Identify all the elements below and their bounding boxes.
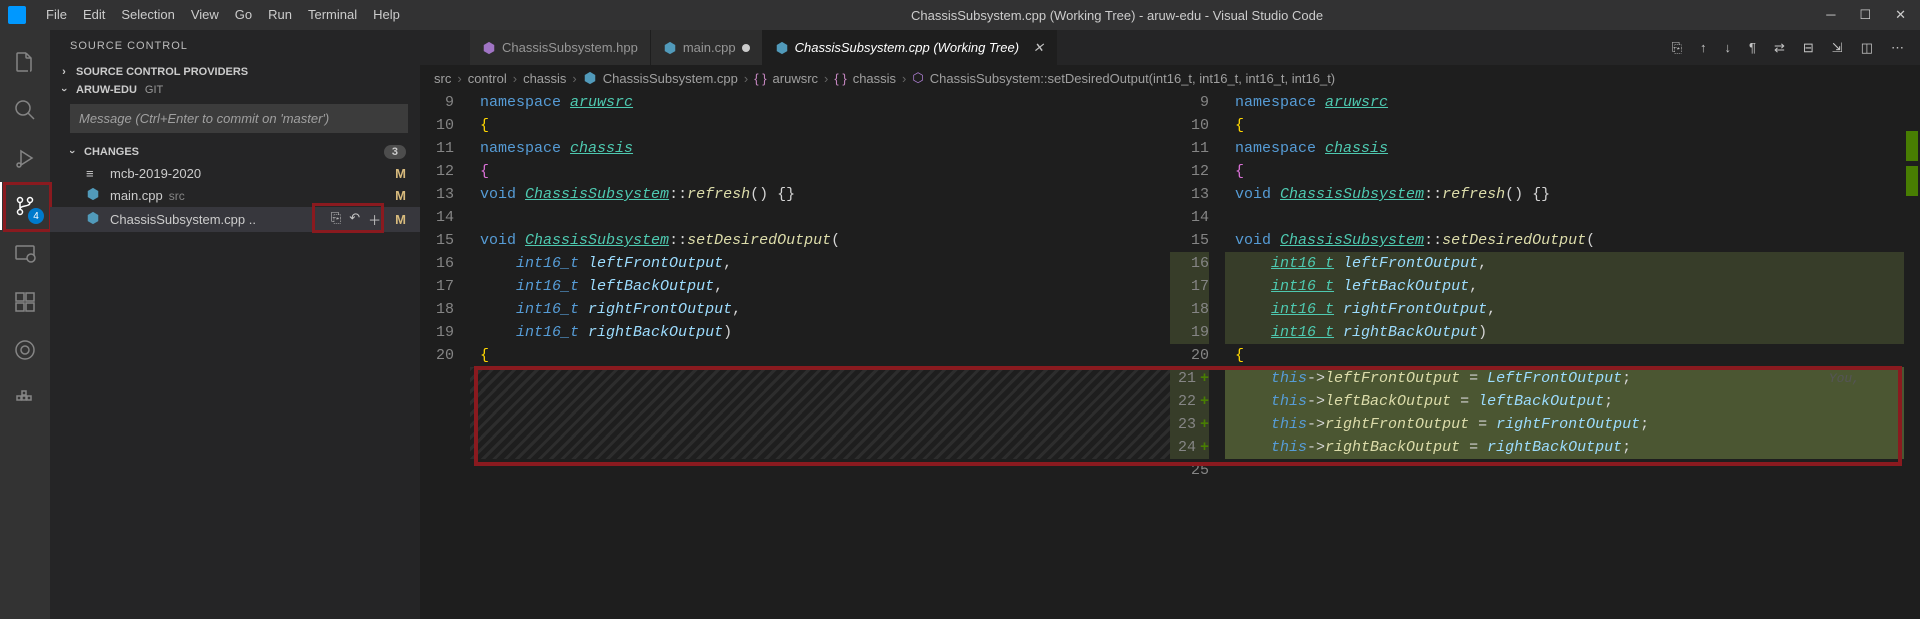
chevron-down-icon: › <box>58 82 70 98</box>
menubar: File Edit Selection View Go Run Terminal… <box>38 0 408 30</box>
chevron-down-icon: › <box>66 144 78 160</box>
menu-selection[interactable]: Selection <box>113 0 182 30</box>
sidebar: SOURCE CONTROL › SOURCE CONTROL PROVIDER… <box>50 30 420 619</box>
commit-message-input[interactable]: Message (Ctrl+Enter to commit on 'master… <box>70 104 408 133</box>
activitybar-docker[interactable] <box>0 374 50 422</box>
menu-go[interactable]: Go <box>227 0 260 30</box>
cpp-file-icon <box>86 211 104 228</box>
diff-deleted-placeholder <box>470 390 1170 413</box>
menu-help[interactable]: Help <box>365 0 408 30</box>
maximize-icon[interactable]: ☐ <box>1859 7 1871 23</box>
cpp-file-icon <box>86 187 104 204</box>
toggle-inline-icon[interactable]: ⊟ <box>1803 40 1814 56</box>
next-change-icon[interactable]: ↓ <box>1725 40 1732 56</box>
gitlens-annotation: You, <box>1829 367 1860 390</box>
code-content[interactable]: namespace aruwsrc { namespace chassis { … <box>1225 91 1904 619</box>
code-content[interactable]: namespace aruwsrc { namespace chassis { … <box>470 91 1170 619</box>
window-controls: ─ ☐ ✕ <box>1826 7 1912 23</box>
diff-deleted-placeholder <box>470 436 1170 459</box>
swap-icon[interactable]: ⇄ <box>1774 40 1785 56</box>
breadcrumbs[interactable]: src› control› chassis› ChassisSubsystem.… <box>420 65 1920 91</box>
activitybar-extensions[interactable] <box>0 278 50 326</box>
activitybar-run-debug[interactable] <box>0 134 50 182</box>
line-gutter: 9 10 11 12 13 14 15 16 17 18 19 20 21+ 2… <box>1170 91 1225 619</box>
window-title: ChassisSubsystem.cpp (Working Tree) - ar… <box>408 8 1826 23</box>
file-name: ChassisSubsystem.cpp .. <box>110 212 256 227</box>
diff-deleted-placeholder <box>470 367 1170 390</box>
menu-run[interactable]: Run <box>260 0 300 30</box>
file-name: main.cpp <box>110 188 163 203</box>
discard-changes-icon[interactable]: ↶ <box>349 210 360 229</box>
diff-original-pane[interactable]: 9 10 11 12 13 14 15 16 17 18 19 20 names… <box>420 91 1170 619</box>
close-tab-icon[interactable]: ✕ <box>1033 40 1044 56</box>
tab-label: ChassisSubsystem.cpp (Working Tree) <box>795 40 1019 55</box>
toggle-whitespace-icon[interactable]: ¶ <box>1749 40 1756 56</box>
overview-ruler[interactable] <box>1904 91 1920 619</box>
file-inline-actions: ⎘ ↶ ＋ <box>331 210 381 229</box>
breadcrumb-item[interactable]: ChassisSubsystem::setDesiredOutput(int16… <box>930 71 1335 86</box>
file-name: mcb-2019-2020 <box>110 166 201 181</box>
activitybar: 4 <box>0 30 50 619</box>
changes-section[interactable]: › CHANGES 3 <box>50 141 420 163</box>
minimize-icon[interactable]: ─ <box>1826 7 1835 23</box>
editor-area: ChassisSubsystem.hpp main.cpp ChassisSub… <box>420 30 1920 619</box>
menu-view[interactable]: View <box>183 0 227 30</box>
split-editor-icon[interactable]: ◫ <box>1861 40 1873 56</box>
breadcrumb-item[interactable]: ChassisSubsystem.cpp <box>603 71 738 86</box>
tab-chassis-cpp-working-tree[interactable]: ChassisSubsystem.cpp (Working Tree) ✕ <box>763 30 1057 65</box>
activitybar-explorer[interactable] <box>0 38 50 86</box>
source-control-providers-section[interactable]: › SOURCE CONTROL PROVIDERS <box>50 62 420 82</box>
changes-count-badge: 3 <box>384 145 406 159</box>
modified-indicator-icon <box>742 44 750 52</box>
more-actions-icon[interactable]: ⋯ <box>1891 40 1904 56</box>
repo-name: ARUW-EDU <box>76 84 137 96</box>
collapse-icon[interactable]: ⇲ <box>1832 40 1843 56</box>
stage-changes-icon[interactable]: ＋ <box>368 210 381 229</box>
activitybar-source-control[interactable]: 4 <box>0 182 50 230</box>
open-file-icon[interactable]: ⎘ <box>331 210 341 229</box>
changes-label: CHANGES <box>84 146 139 158</box>
activitybar-test[interactable] <box>0 326 50 374</box>
submodule-icon: ≡ <box>86 166 104 181</box>
breadcrumb-item[interactable]: chassis <box>523 71 566 86</box>
diff-editor[interactable]: 9 10 11 12 13 14 15 16 17 18 19 20 names… <box>420 91 1920 619</box>
tab-main-cpp[interactable]: main.cpp <box>651 30 763 65</box>
breadcrumb-item[interactable]: aruwsrc <box>773 71 819 86</box>
close-icon[interactable]: ✕ <box>1895 7 1906 23</box>
sidebar-title: SOURCE CONTROL <box>50 30 420 62</box>
diff-deleted-placeholder <box>470 413 1170 436</box>
breadcrumb-item[interactable]: src <box>434 71 451 86</box>
breadcrumb-item[interactable]: chassis <box>853 71 896 86</box>
editor-actions: ⎘ ↑ ↓ ¶ ⇄ ⊟ ⇲ ◫ ⋯ <box>1656 40 1920 56</box>
menu-terminal[interactable]: Terminal <box>300 0 365 30</box>
repo-vcs-label: GIT <box>145 84 163 96</box>
activitybar-remote[interactable] <box>0 230 50 278</box>
tab-label: main.cpp <box>683 40 736 55</box>
scm-change-count-badge: 4 <box>28 208 44 224</box>
file-path: src <box>169 189 185 203</box>
activitybar-search[interactable] <box>0 86 50 134</box>
providers-label: SOURCE CONTROL PROVIDERS <box>76 66 248 78</box>
diff-modified-pane[interactable]: 9 10 11 12 13 14 15 16 17 18 19 20 21+ 2… <box>1170 91 1920 619</box>
changed-file-item[interactable]: main.cpp src M <box>50 184 420 207</box>
vscode-app-icon <box>8 6 26 24</box>
changed-file-item[interactable]: ChassisSubsystem.cpp .. ⎘ ↶ ＋ M <box>50 207 420 232</box>
repo-section[interactable]: › ARUW-EDU GIT <box>50 82 420 98</box>
line-gutter: 9 10 11 12 13 14 15 16 17 18 19 20 <box>420 91 470 619</box>
editor-tabs: ChassisSubsystem.hpp main.cpp ChassisSub… <box>420 30 1920 65</box>
tab-chassis-hpp[interactable]: ChassisSubsystem.hpp <box>470 30 651 65</box>
menu-edit[interactable]: Edit <box>75 0 113 30</box>
chevron-right-icon: › <box>56 66 72 78</box>
modified-status: M <box>395 188 406 203</box>
tab-label: ChassisSubsystem.hpp <box>502 40 638 55</box>
modified-status: M <box>395 166 406 181</box>
prev-change-icon[interactable]: ↑ <box>1700 40 1707 56</box>
open-file-icon[interactable]: ⎘ <box>1672 40 1682 56</box>
breadcrumb-item[interactable]: control <box>468 71 507 86</box>
changed-file-item[interactable]: ≡ mcb-2019-2020 M <box>50 163 420 184</box>
modified-status: M <box>395 212 406 227</box>
titlebar: File Edit Selection View Go Run Terminal… <box>0 0 1920 30</box>
menu-file[interactable]: File <box>38 0 75 30</box>
